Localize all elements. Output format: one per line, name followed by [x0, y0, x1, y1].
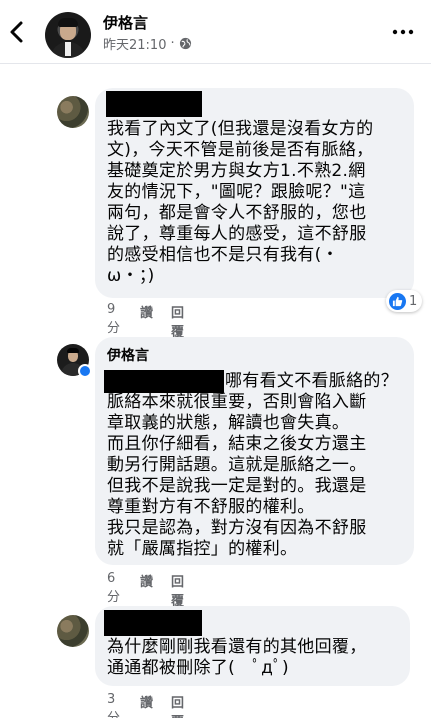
comment-text-first-line: 哪有看文不看脈絡的？	[225, 371, 398, 391]
comment-bubble: 伊格言 哪有看文不看脈絡的？ 脈絡本來就很重要，否則會陷入斷 章取義的狀態，解讀…	[95, 337, 414, 565]
more-icon	[392, 29, 414, 35]
comment-text: 我看了內文了(但我還是沒看女方的 文)，今天不管是前後是否有脈絡， 基礎奠定於男…	[107, 119, 374, 286]
reaction-summary[interactable]: 1	[386, 290, 423, 312]
commenter-avatar[interactable]	[57, 96, 89, 128]
back-arrow-icon	[10, 21, 23, 43]
comment-time: 3分鐘	[107, 692, 120, 718]
post-meta: 昨天21:10 ·	[103, 34, 192, 53]
reaction-count: 1	[409, 293, 418, 309]
redacted-mention	[104, 370, 224, 393]
post-header: 伊格言 昨天21:10 ·	[0, 0, 431, 64]
globe-icon	[179, 37, 191, 50]
reply-button[interactable]: 回覆	[171, 692, 184, 718]
more-options-button[interactable]	[391, 22, 415, 42]
meta-separator: ·	[170, 36, 175, 51]
redacted-author-name	[106, 91, 202, 117]
comment-bubble: 我看了內文了(但我還是沒看女方的 文)，今天不管是前後是否有脈絡， 基礎奠定於男…	[95, 88, 414, 298]
commenter-avatar[interactable]	[57, 615, 89, 647]
like-button[interactable]: 讚	[140, 692, 153, 718]
author-name[interactable]: 伊格言	[103, 12, 148, 33]
verified-badge-icon	[78, 364, 92, 378]
back-button[interactable]	[6, 18, 30, 46]
comment-text: 為什麼剛剛我看還有的其他回覆， 通通都被刪除了( ﾟдﾟ)	[107, 637, 367, 678]
comment-actions: 3分鐘 讚 回覆	[107, 692, 184, 718]
post-time[interactable]: 昨天21:10	[103, 34, 166, 53]
author-avatar[interactable]	[45, 12, 91, 58]
comment-author[interactable]: 伊格言	[107, 345, 149, 365]
comment-text: 脈絡本來就很重要，否則會陷入斷 章取義的狀態，解讀也會失真。 而且你仔細看，結束…	[107, 392, 367, 559]
redacted-author-name	[104, 610, 202, 636]
like-reaction-icon	[389, 292, 406, 310]
comment-bubble: 為什麼剛剛我看還有的其他回覆， 通通都被刪除了( ﾟдﾟ)	[95, 606, 410, 686]
